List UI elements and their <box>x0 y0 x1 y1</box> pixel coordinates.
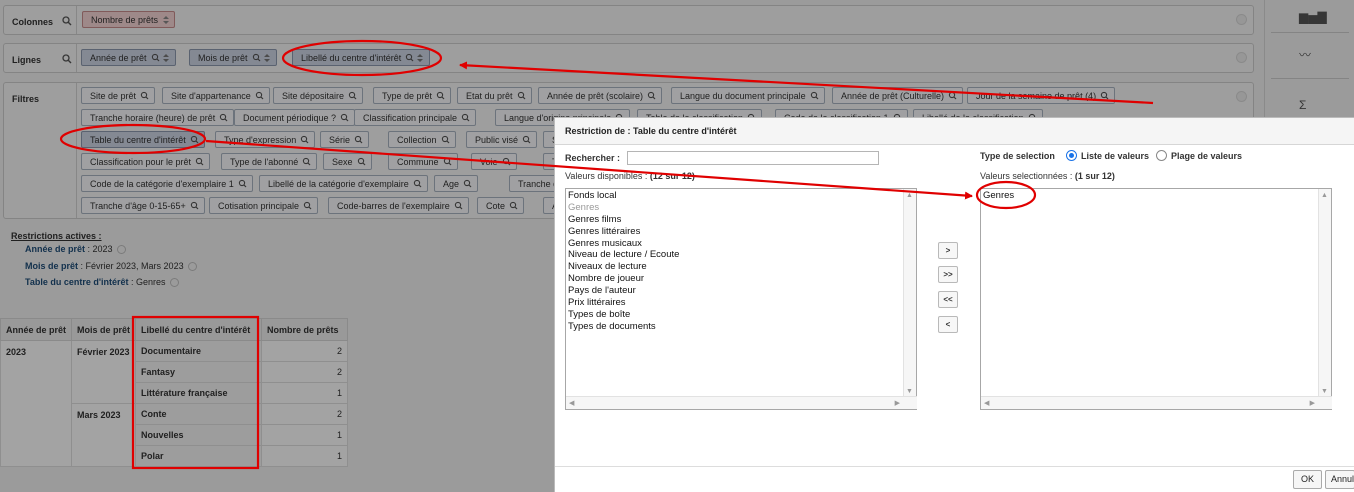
radio-label: Liste de valeurs <box>1081 150 1150 161</box>
radio-liste-de-valeurs[interactable]: Liste de valeurs <box>1066 150 1149 161</box>
selection-type-label: Type de selection <box>980 151 1055 161</box>
list-item[interactable]: Nombre de joueur <box>568 273 902 285</box>
radio-label: Plage de valeurs <box>1171 150 1243 161</box>
horizontal-scrollbar[interactable]: ◀ ▶ <box>981 396 1332 409</box>
list-item[interactable]: Genres littéraires <box>568 226 902 238</box>
dialog-title: Restriction de : Table du centre d'intér… <box>565 126 737 136</box>
restriction-dialog: Restriction de : Table du centre d'intér… <box>554 117 1354 492</box>
list-item[interactable]: Prix littéraires <box>568 297 902 309</box>
radio-plage-de-valeurs[interactable]: Plage de valeurs <box>1156 150 1242 161</box>
horizontal-scrollbar[interactable]: ◀ ▶ <box>566 396 917 409</box>
selected-values-list[interactable]: Genres ▲ ▼ ◀ ▶ <box>980 188 1332 410</box>
search-input[interactable] <box>627 151 879 165</box>
radio-unchecked-icon[interactable] <box>1156 150 1167 161</box>
move-left-button[interactable]: < <box>938 316 958 333</box>
dialog-footer <box>555 466 1354 492</box>
list-item[interactable]: Types de documents <box>568 321 902 333</box>
scroll-left-icon[interactable]: ◀ <box>569 399 574 407</box>
selected-label: Valeurs selectionnées : (1 sur 12) <box>980 171 1115 181</box>
scroll-left-icon[interactable]: ◀ <box>984 399 989 407</box>
scroll-right-icon[interactable]: ▶ <box>895 399 900 407</box>
available-label: Valeurs disponibles : (12 sur 12) <box>565 171 695 181</box>
scroll-up-icon[interactable]: ▲ <box>906 192 913 199</box>
cancel-button[interactable]: Annuler <box>1325 470 1354 489</box>
ok-button[interactable]: OK <box>1293 470 1323 489</box>
list-item[interactable]: Niveaux de lecture <box>568 261 902 273</box>
vertical-scrollbar[interactable]: ▲ ▼ <box>903 189 916 398</box>
list-item[interactable]: Fonds local <box>568 190 902 202</box>
scroll-down-icon[interactable]: ▼ <box>1321 388 1328 395</box>
move-all-left-button[interactable]: << <box>938 291 958 308</box>
list-item[interactable]: Types de boîte <box>568 309 902 321</box>
list-item[interactable]: Genres films <box>568 214 902 226</box>
dialog-header: Restriction de : Table du centre d'intér… <box>555 118 1354 145</box>
available-values-list[interactable]: Fonds local Genres Genres films Genres litt… <box>565 188 917 410</box>
scroll-right-icon[interactable]: ▶ <box>1310 399 1315 407</box>
scroll-up-icon[interactable]: ▲ <box>1321 192 1328 199</box>
move-right-button[interactable]: > <box>938 242 958 259</box>
scroll-down-icon[interactable]: ▼ <box>906 388 913 395</box>
list-item[interactable]: Genres musicaux <box>568 238 902 250</box>
list-item[interactable]: Genres <box>568 202 902 214</box>
vertical-scrollbar[interactable]: ▲ ▼ <box>1318 189 1331 398</box>
list-item[interactable]: Genres <box>983 190 1317 202</box>
list-item[interactable]: Pays de l'auteur <box>568 285 902 297</box>
search-label: Rechercher : <box>565 153 621 163</box>
list-item[interactable]: Niveau de lecture / Ecoute <box>568 249 902 261</box>
move-all-right-button[interactable]: >> <box>938 266 958 283</box>
radio-checked-icon[interactable] <box>1066 150 1077 161</box>
